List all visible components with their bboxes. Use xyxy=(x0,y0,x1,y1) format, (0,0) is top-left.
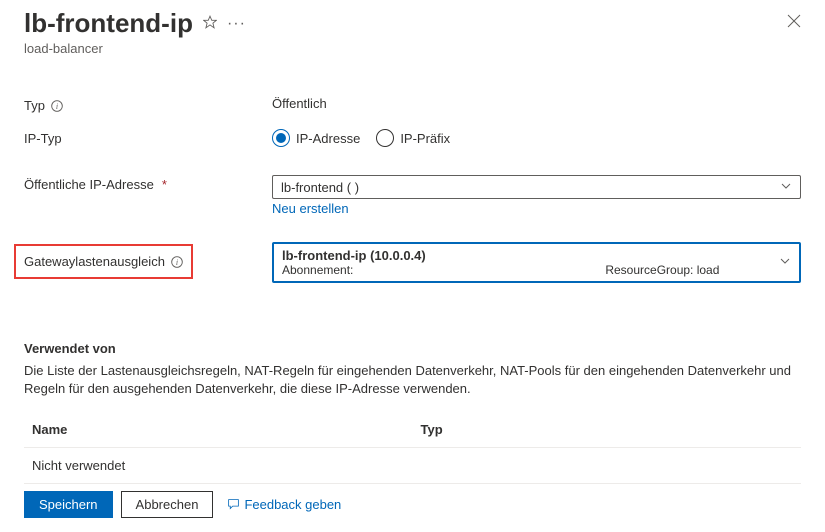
info-icon[interactable]: i xyxy=(51,100,63,112)
iptyp-label: IP-Typ xyxy=(24,131,62,146)
svg-text:i: i xyxy=(176,258,178,267)
favorite-icon[interactable] xyxy=(203,15,217,32)
cancel-button[interactable]: Abbrechen xyxy=(121,491,214,518)
save-button[interactable]: Speichern xyxy=(24,491,113,518)
gateway-label: Gatewaylastenausgleich xyxy=(24,254,165,269)
chevron-down-icon xyxy=(780,180,792,195)
gateway-dropdown-value: lb-frontend-ip (10.0.0.4) xyxy=(282,248,719,263)
radio-ip-praefix-label: IP-Präfix xyxy=(400,131,450,146)
gateway-sub-left: Abonnement: xyxy=(282,263,602,277)
chevron-down-icon xyxy=(779,255,791,270)
pubip-dropdown[interactable]: lb-frontend ( ) xyxy=(272,175,801,199)
typ-label: Typ xyxy=(24,98,45,113)
table-row: Nicht verwendet xyxy=(24,448,801,484)
radio-ip-adresse-label: IP-Adresse xyxy=(296,131,360,146)
more-icon[interactable]: ··· xyxy=(227,16,246,32)
gateway-dropdown[interactable]: lb-frontend-ip (10.0.0.4) Abonnement: Re… xyxy=(272,242,801,283)
gateway-label-highlight: Gatewaylastenausgleich i xyxy=(14,244,193,279)
col-name: Name xyxy=(24,412,413,448)
close-icon[interactable] xyxy=(787,8,801,31)
radio-ip-praefix[interactable]: IP-Präfix xyxy=(376,129,450,147)
feedback-label: Feedback geben xyxy=(244,497,341,512)
neu-erstellen-link[interactable]: Neu erstellen xyxy=(272,201,349,216)
pubip-dropdown-value: lb-frontend ( ) xyxy=(281,180,359,195)
page-subtitle: load-balancer xyxy=(24,41,246,56)
used-table: Name Typ Nicht verwendet xyxy=(24,412,801,484)
feedback-link[interactable]: Feedback geben xyxy=(227,497,341,512)
svg-text:i: i xyxy=(56,102,58,111)
radio-ip-adresse[interactable]: IP-Adresse xyxy=(272,129,360,147)
page-title: lb-frontend-ip xyxy=(24,8,193,39)
info-icon[interactable]: i xyxy=(171,256,183,268)
gateway-sub-right: ResourceGroup: load xyxy=(605,263,719,277)
used-desc: Die Liste der Lastenausgleichsregeln, NA… xyxy=(24,362,801,398)
required-indicator: * xyxy=(162,177,167,192)
empty-cell: Nicht verwendet xyxy=(24,448,413,484)
feedback-icon xyxy=(227,498,240,511)
col-typ: Typ xyxy=(413,412,802,448)
used-heading: Verwendet von xyxy=(24,341,801,356)
typ-value: Öffentlich xyxy=(272,96,327,111)
pubip-label: Öffentliche IP-Adresse xyxy=(24,177,154,192)
